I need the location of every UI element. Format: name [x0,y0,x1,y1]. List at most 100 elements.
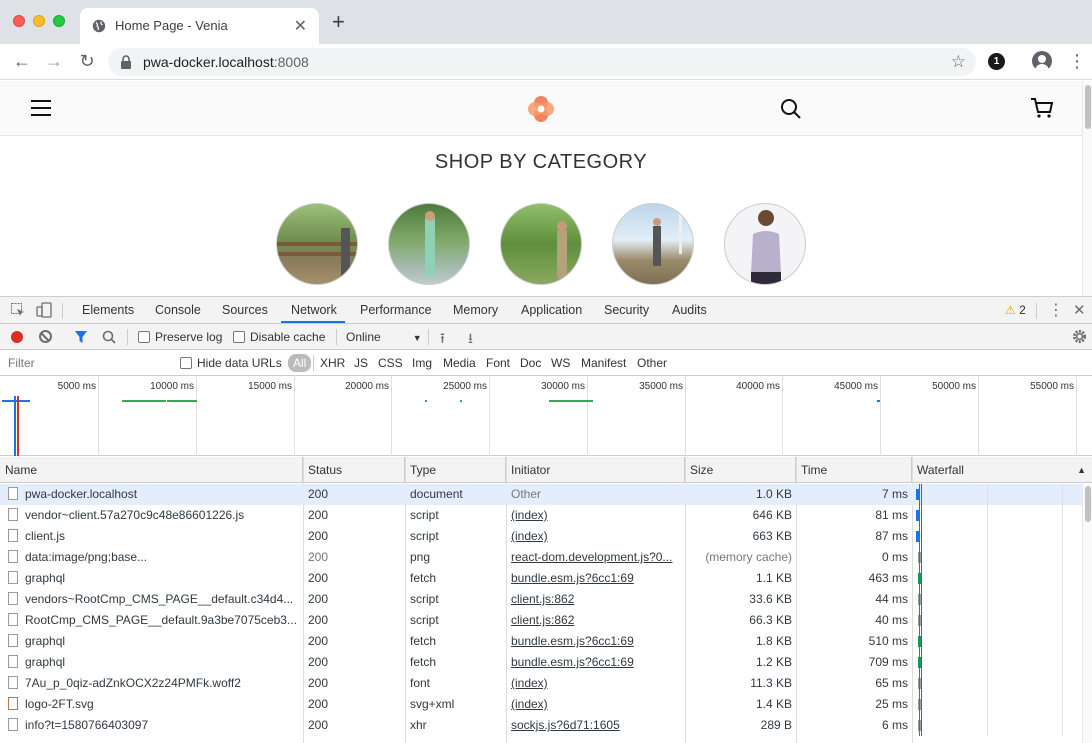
filter-type-img[interactable]: Img [412,356,432,370]
tab-close-icon[interactable]: ✕ [294,16,307,36]
tab-elements[interactable]: Elements [82,303,134,317]
request-name-cell[interactable]: RootCmp_CMS_PAGE__default.9a3be7075ceb3.… [0,610,303,631]
initiator-cell[interactable]: (index) [506,694,685,715]
filter-type-other[interactable]: Other [637,356,667,370]
column-header-waterfall[interactable]: Waterfall ▲ [912,457,1092,483]
tab-application[interactable]: Application [521,303,582,317]
clear-icon[interactable] [39,330,52,343]
hide-data-urls-checkbox[interactable]: Hide data URLs [180,356,282,370]
tab-audits[interactable]: Audits [672,303,707,317]
request-name-cell[interactable]: client.js [0,526,303,547]
new-tab-button[interactable]: + [332,11,345,33]
page-scrollbar[interactable] [1082,81,1092,296]
tab-memory[interactable]: Memory [453,303,498,317]
column-header-type[interactable]: Type [405,457,506,483]
profile-avatar-icon[interactable] [1032,51,1052,71]
export-har-icon[interactable]: ⭳ [468,328,473,352]
table-row[interactable]: vendors~RootCmp_CMS_PAGE__default.c34d4.… [0,589,1082,610]
browser-menu-icon[interactable]: ⋮ [1068,51,1086,71]
table-row[interactable]: pwa-docker.localhost 200 document Other 1.0 … [0,484,1082,505]
warnings-counter[interactable]: ⚠ 2 [1005,303,1026,317]
throttling-select[interactable]: Online ▼ [346,330,422,344]
initiator-cell[interactable]: client.js:862 [506,589,685,610]
column-header-size[interactable]: Size [685,457,796,483]
table-row[interactable]: graphql 200 fetch bundle.esm.js?6cc1:69 1.1 … [0,568,1082,589]
device-toolbar-icon[interactable] [36,302,52,318]
table-row[interactable]: graphql 200 fetch bundle.esm.js?6cc1:69 1.2 … [0,652,1082,673]
category-image[interactable] [388,203,470,285]
table-row[interactable]: info?t=1580766403097 200 xhr sockjs.js?6d71… [0,715,1082,736]
tab-network[interactable]: Network [291,303,337,317]
filter-type-font[interactable]: Font [486,356,510,370]
table-row[interactable]: client.js 200 script (index) 663 KB 87 ms [0,526,1082,547]
network-overview-timeline[interactable]: 5000 ms 10000 ms 15000 ms 20000 ms 25000… [0,376,1092,456]
initiator-cell[interactable]: react-dom.development.js?0... [506,547,685,568]
filter-type-xhr[interactable]: XHR [320,356,345,370]
disable-cache-checkbox[interactable]: Disable cache [233,330,325,344]
address-bar[interactable]: pwa-docker.localhost:8008 ☆ [108,48,976,76]
record-icon[interactable] [11,331,23,343]
filter-input[interactable] [2,353,167,373]
filter-type-js[interactable]: JS [354,356,368,370]
request-name-cell[interactable]: graphql [0,568,303,589]
initiator-cell[interactable]: (index) [506,673,685,694]
column-header-name[interactable]: Name [0,457,303,483]
tab-security[interactable]: Security [604,303,649,317]
zoom-window-button[interactable] [53,15,65,27]
category-image[interactable] [276,203,358,285]
request-name-cell[interactable]: graphql [0,631,303,652]
request-name-cell[interactable]: logo-2FT.svg [0,694,303,715]
inspect-element-icon[interactable] [10,302,26,318]
password-manager-extension-icon[interactable]: 1 [988,53,1005,70]
request-name-cell[interactable]: graphql [0,652,303,673]
reload-icon[interactable]: ↻ [77,51,97,71]
request-name-cell[interactable]: data:image/png;base... [0,547,303,568]
initiator-cell[interactable]: bundle.esm.js?6cc1:69 [506,652,685,673]
filter-type-css[interactable]: CSS [378,356,403,370]
request-name-cell[interactable]: vendors~RootCmp_CMS_PAGE__default.c34d4.… [0,589,303,610]
table-row[interactable]: vendor~client.57a270c9c48e86601226.js 200… [0,505,1082,526]
search-icon[interactable] [780,98,802,120]
filter-type-all[interactable]: All [288,354,312,372]
venia-logo-icon[interactable] [527,95,555,123]
filter-type-manifest[interactable]: Manifest [581,356,626,370]
request-name-cell[interactable]: 7Au_p_0qiz-adZnkOCX2z24PMFk.woff2 [0,673,303,694]
filter-type-doc[interactable]: Doc [520,356,541,370]
back-arrow-icon[interactable]: ← [12,51,32,71]
search-icon[interactable] [102,330,116,344]
tab-sources[interactable]: Sources [222,303,268,317]
menu-hamburger-icon[interactable] [31,100,51,116]
initiator-cell[interactable]: (index) [506,505,685,526]
devtools-menu-icon[interactable]: ⋮ [1048,300,1064,320]
filter-type-ws[interactable]: WS [551,356,570,370]
cart-icon[interactable] [1030,97,1054,119]
initiator-cell[interactable]: bundle.esm.js?6cc1:69 [506,631,685,652]
table-row[interactable]: RootCmp_CMS_PAGE__default.9a3be7075ceb3.… [0,610,1082,631]
initiator-cell[interactable]: client.js:862 [506,610,685,631]
category-image[interactable] [724,203,806,285]
column-header-initiator[interactable]: Initiator [506,457,685,483]
filter-funnel-icon[interactable] [74,330,88,344]
minimize-window-button[interactable] [33,15,45,27]
preserve-log-checkbox[interactable]: Preserve log [138,330,222,344]
filter-type-media[interactable]: Media [443,356,476,370]
tab-console[interactable]: Console [155,303,201,317]
table-row[interactable]: 7Au_p_0qiz-adZnkOCX2z24PMFk.woff2 200 font… [0,673,1082,694]
category-image[interactable] [500,203,582,285]
initiator-cell[interactable]: sockjs.js?6d71:1605 [506,715,685,736]
initiator-cell[interactable]: bundle.esm.js?6cc1:69 [506,568,685,589]
forward-arrow-icon[interactable]: → [44,51,64,71]
tab-performance[interactable]: Performance [360,303,432,317]
initiator-cell[interactable]: (index) [506,526,685,547]
request-name-cell[interactable]: vendor~client.57a270c9c48e86601226.js [0,505,303,526]
request-name-cell[interactable]: pwa-docker.localhost [0,484,303,505]
close-devtools-icon[interactable]: ✕ [1073,301,1086,319]
close-window-button[interactable] [13,15,25,27]
column-header-time[interactable]: Time [796,457,912,483]
table-row[interactable]: graphql 200 fetch bundle.esm.js?6cc1:69 1.8 … [0,631,1082,652]
table-row[interactable]: logo-2FT.svg 200 svg+xml (index) 1.4 KB 25 ms [0,694,1082,715]
browser-tab[interactable]: Home Page - Venia ✕ [80,8,319,44]
request-name-cell[interactable]: info?t=1580766403097 [0,715,303,736]
bookmark-star-icon[interactable]: ☆ [951,52,966,72]
column-header-status[interactable]: Status [303,457,405,483]
